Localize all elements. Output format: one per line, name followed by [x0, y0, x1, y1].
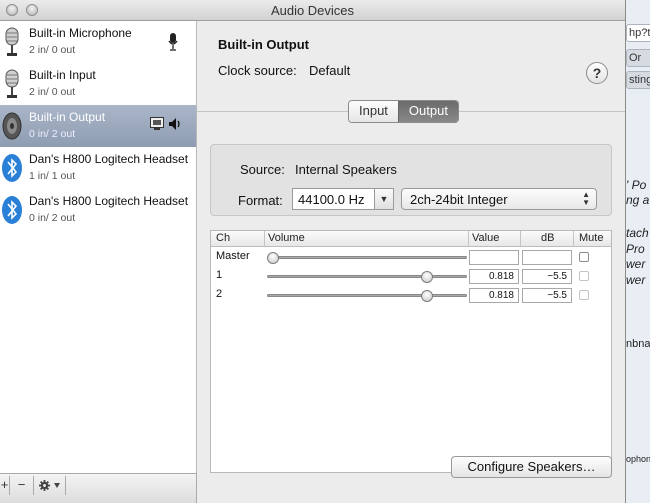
chevron-down-icon	[54, 483, 60, 488]
tab-input[interactable]: Input	[349, 101, 398, 122]
remove-device-button[interactable]: −	[10, 476, 34, 495]
background-text-line: ' Po	[626, 178, 647, 192]
value-field[interactable]: 0.818	[469, 288, 519, 303]
value-field[interactable]: 0.818	[469, 269, 519, 284]
volume-slider-knob[interactable]	[420, 271, 433, 283]
default-input-icon	[168, 33, 178, 51]
window-title: Audio Devices	[270, 3, 355, 18]
audio-devices-window: Audio Devices Built-in Microphone 2 in/ …	[0, 0, 626, 503]
gear-icon	[39, 480, 50, 491]
device-detail-pane: Built-in Output Clock source: Default ? …	[197, 21, 625, 503]
db-field[interactable]: −5.5	[522, 269, 572, 284]
header-db: dB	[541, 232, 555, 244]
volume-slider-knob[interactable]	[420, 290, 433, 302]
bluetooth-icon	[2, 154, 22, 182]
device-item-built-in-microphone[interactable]: Built-in Microphone 2 in/ 0 out	[0, 21, 196, 63]
channel-volume-table: Ch Volume Value dB Mute Master 1 0.818 −…	[210, 230, 612, 473]
speaker-icon	[2, 112, 22, 140]
background-text-line: tach	[626, 226, 649, 240]
volume-slider-track[interactable]	[267, 256, 467, 259]
channel-label: 2	[216, 288, 223, 300]
add-device-button[interactable]: +	[0, 476, 10, 495]
device-name: Dan's H800 Logitech Headset	[29, 152, 189, 166]
value-field[interactable]	[469, 250, 519, 265]
device-item-built-in-input[interactable]: Built-in Input 2 in/ 0 out	[0, 63, 196, 105]
device-io: 2 in/ 0 out	[29, 86, 76, 98]
device-actions-menu[interactable]	[34, 476, 66, 495]
format-label: Format:	[238, 193, 283, 208]
db-field[interactable]	[522, 250, 572, 265]
header-volume: Volume	[268, 232, 305, 244]
device-title: Built-in Output	[218, 37, 309, 52]
sample-rate-combo[interactable]: 44100.0 Hz ▼	[292, 188, 394, 210]
background-window: hp?t Or sting ' Po ng a tach Pro wer wer…	[626, 0, 650, 503]
table-header: Ch Volume Value dB Mute	[211, 231, 611, 247]
background-tab-top: hp?t	[626, 24, 650, 42]
volume-slider-track[interactable]	[267, 294, 467, 297]
header-mute: Mute	[579, 232, 604, 244]
device-io: 0 in/ 2 out	[29, 212, 76, 224]
header-ch: Ch	[216, 232, 231, 244]
db-field[interactable]: −5.5	[522, 288, 572, 303]
device-io: 2 in/ 0 out	[29, 44, 76, 56]
channel-label: Master	[216, 250, 250, 262]
background-tab-1: Or	[626, 49, 650, 67]
device-name: Dan's H800 Logitech Headset	[29, 194, 189, 208]
default-output-speaker-icon	[169, 118, 180, 130]
up-down-arrows-icon: ▲ ▼	[582, 190, 590, 207]
device-io: 0 in/ 2 out	[29, 128, 76, 140]
volume-slider-knob[interactable]	[267, 252, 279, 264]
mute-checkbox[interactable]	[579, 271, 589, 281]
background-text-line: wer	[626, 273, 646, 287]
background-small-text: ophone	[626, 454, 650, 464]
source-label: Source:	[240, 162, 285, 177]
device-list: Built-in Microphone 2 in/ 0 out Built-in…	[0, 21, 197, 473]
source-value: Internal Speakers	[295, 162, 397, 177]
mute-checkbox[interactable]	[579, 252, 589, 262]
device-item-h800-headset-output[interactable]: Dan's H800 Logitech Headset 0 in/ 2 out	[0, 189, 196, 231]
background-text-line: Pro	[626, 242, 645, 256]
chevron-down-icon[interactable]: ▼	[374, 189, 393, 209]
sample-rate-value: 44100.0 Hz	[298, 192, 365, 207]
bluetooth-icon	[2, 196, 22, 224]
tab-output[interactable]: Output	[397, 101, 458, 122]
bit-format-value: 2ch-24bit Integer	[410, 192, 508, 207]
microphone-icon	[5, 69, 19, 98]
background-tab-2: sting	[626, 71, 650, 89]
format-panel: Source: Internal Speakers Format: 44100.…	[210, 144, 612, 216]
device-item-h800-headset-input[interactable]: Dan's H800 Logitech Headset 1 in/ 1 out	[0, 147, 196, 189]
help-button[interactable]: ?	[586, 62, 608, 84]
channel-label: 1	[216, 269, 223, 281]
header-value: Value	[472, 232, 500, 244]
background-text-line: ng a	[626, 193, 650, 207]
configure-speakers-button[interactable]: Configure Speakers…	[451, 456, 612, 478]
volume-slider-track[interactable]	[267, 275, 467, 278]
system-output-icon	[150, 117, 164, 130]
clock-source-label: Clock source:	[218, 63, 297, 78]
sidebar-toolbar: + −	[0, 473, 197, 503]
background-link: nbna	[626, 338, 650, 350]
title-bar: Audio Devices	[0, 0, 625, 21]
microphone-icon	[5, 27, 19, 56]
device-io: 1 in/ 1 out	[29, 170, 76, 182]
device-name: Built-in Input	[29, 68, 96, 82]
input-output-tabs: Input Output	[348, 100, 459, 123]
clock-source-value[interactable]: Default	[309, 63, 350, 78]
bit-format-popup[interactable]: 2ch-24bit Integer ▲ ▼	[401, 188, 597, 210]
device-item-built-in-output[interactable]: Built-in Output 0 in/ 2 out	[0, 105, 196, 147]
background-text-line: wer	[626, 257, 646, 271]
mute-checkbox[interactable]	[579, 290, 589, 300]
